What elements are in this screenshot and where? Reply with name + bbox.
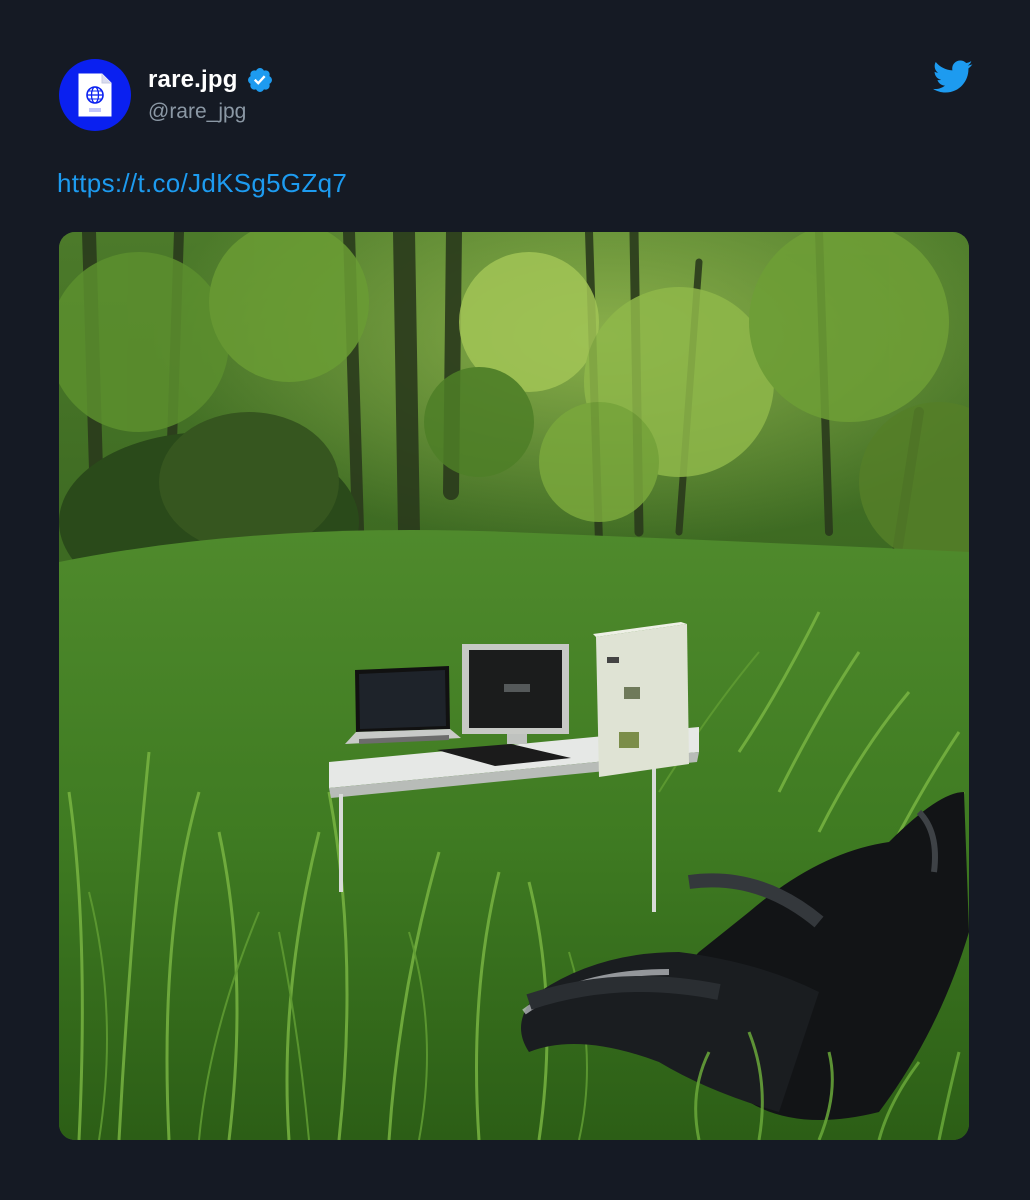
avatar[interactable] [59, 59, 131, 131]
author-name[interactable]: rare.jpg [148, 66, 238, 94]
verified-badge-icon [247, 68, 272, 92]
author-name-row: rare.jpg [148, 64, 274, 96]
forest-office-photo [59, 232, 969, 1140]
tweet-card: rare.jpg @rare_jpg https://t.co/JdKSg5GZ… [0, 0, 1030, 1200]
twitter-bird-icon[interactable] [933, 60, 973, 94]
author-handle[interactable]: @rare_jpg [148, 100, 246, 124]
tweet-media-photo[interactable] [59, 232, 969, 1140]
jpg-file-globe-icon [78, 73, 112, 117]
tweet-link[interactable]: https://t.co/JdKSg5GZq7 [57, 168, 347, 199]
